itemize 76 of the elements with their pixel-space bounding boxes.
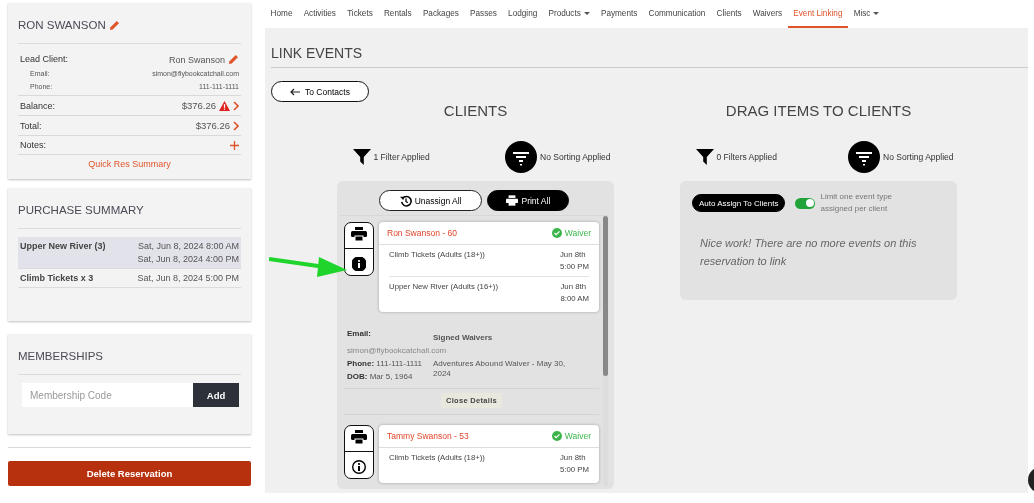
toggle-label: Limit one event type assigned per client [820,191,894,215]
drag-items-heading: DRAG ITEMS TO CLIENTS [725,101,912,121]
purchase-row[interactable]: Upper New River (3) Sat, Jun 8, 2024 8:00 AM Sat, Jun 8, 2024 4:00 PM [18,237,241,269]
nav-tab[interactable]: Event Linking [787,0,849,28]
sorting-status: No Sorting Applied [540,152,611,162]
purchase-date: Sat, Jun 8, 2024 8:00 AM [137,241,239,251]
auto-assign-button[interactable]: Auto Assign To Clients [692,194,786,212]
history-icon [399,194,412,207]
nav-tab[interactable]: Products [542,0,596,28]
summary-label: Balance: [20,100,56,111]
nav-tab[interactable]: Packages [417,0,465,28]
summary-label: Total: [20,120,42,131]
chevron-right-icon[interactable] [233,120,239,131]
waiver-status: Waiver [564,228,591,238]
section-heading: PURCHASE SUMMARY [18,204,144,216]
section-heading: MEMBERSHIPS [18,350,103,362]
purchase-name: Upper New River (3) [20,241,106,253]
unassign-all-button[interactable]: Unassign All [378,190,483,211]
delete-reservation-button[interactable]: Delete Reservation [8,461,251,486]
nav-tab[interactable]: Tickets [341,0,379,28]
nav-tab[interactable]: Waivers [747,0,788,28]
sort-icon[interactable] [505,141,538,173]
printer-icon[interactable] [351,429,367,444]
waiver-entry: Adventures Abound Waiver - May 30, 2024 [433,359,567,379]
empty-message: Nice work! There are no more events on this reservation to link [700,236,918,269]
nav-tab[interactable]: Payments [595,0,643,28]
amount-value: $376.26 [181,100,216,111]
page-title: LINK EVENTS [271,45,1028,68]
nav-tab[interactable]: Communication [642,0,711,28]
nav-tab[interactable]: Home [265,0,299,28]
printer-icon[interactable] [351,226,367,241]
email-value: simon@flybookcatchall.com [347,346,448,356]
add-button[interactable]: Add [193,383,239,407]
nav-tab[interactable]: Lodging [502,0,543,28]
client-name: Tammy Swanson - 53 [387,431,469,441]
dob-text: DOB: Mar 5, 1964 [347,372,414,382]
sorting-status: No Sorting Applied [883,152,954,162]
signed-waivers-heading: Signed Waivers [433,332,494,343]
info-icon[interactable] [352,257,366,272]
membership-code-field[interactable]: Membership Code [22,383,193,407]
nav-tab[interactable]: Clients [711,0,748,28]
summary-label: Notes: [20,140,46,150]
amount-value: $376.26 [195,120,230,131]
pencil-icon[interactable] [108,19,120,31]
purchase-row[interactable]: Climb Tickets x 3 Sat, Jun 8, 2024 5:00 PM [18,269,241,288]
chevron-right-icon[interactable] [233,100,239,111]
printer-icon [506,195,519,206]
client-name-heading: RON SWANSON [18,19,106,31]
lead-client-label: Lead Client: [20,54,69,65]
waiver-status: Waiver [564,431,591,441]
arrow-left-icon [290,87,300,96]
purchase-date: Sat, Jun 8, 2024 4:00 PM [137,254,239,264]
nav-tab[interactable]: Activities [298,0,342,28]
lead-client-name: Ron Swanson [168,54,225,65]
print-all-button[interactable]: Print All [487,190,570,211]
filter-status: 0 Filters Applied [716,152,777,162]
purchase-name: Climb Tickets x 3 [20,273,94,283]
clients-heading: CLIENTS [443,101,508,121]
info-icon[interactable] [352,460,366,475]
email-label: Email: [347,329,372,340]
scrollbar[interactable] [603,216,608,486]
filter-icon[interactable] [695,148,714,166]
sort-icon[interactable] [848,141,881,173]
plus-icon[interactable] [230,140,239,150]
nav-tab[interactable]: Misc [848,0,886,28]
to-contacts-button[interactable]: To Contacts [271,81,369,102]
purchase-date: Sat, Jun 8, 2024 5:00 PM [137,273,239,283]
limit-toggle[interactable] [795,197,816,209]
quick-res-summary-link[interactable]: Quick Res Summary [18,155,241,169]
filter-icon[interactable] [352,148,371,166]
phone-text: Phone: 111-111-1111 [347,359,423,369]
filter-status: 1 Filter Applied [373,152,430,162]
client-name: Ron Swanson - 60 [387,228,457,238]
nav-tab[interactable]: Passes [464,0,503,28]
nav-tab[interactable]: Rentals [378,0,418,28]
pencil-icon[interactable] [228,54,239,65]
